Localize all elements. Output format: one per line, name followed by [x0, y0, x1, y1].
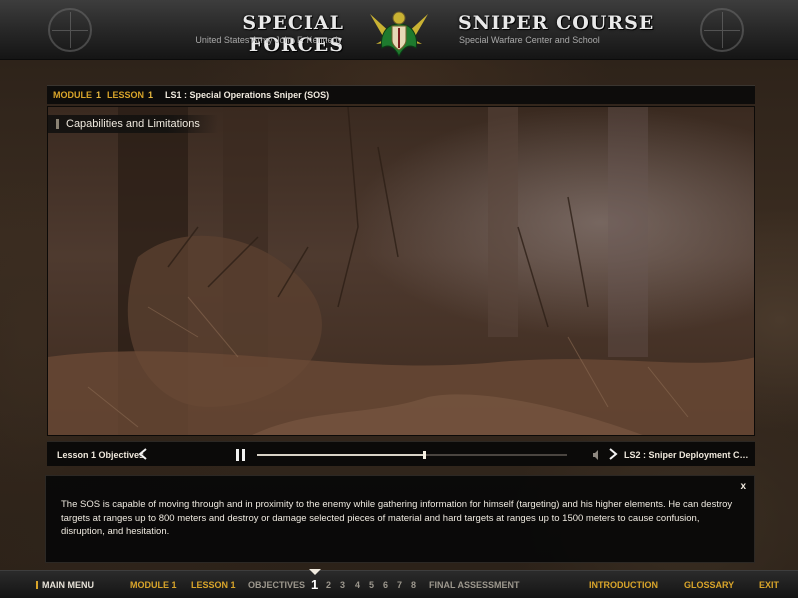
header-title-right: SNIPER COURSE	[458, 12, 655, 34]
nav-objectives-link[interactable]: OBJECTIVES	[248, 580, 305, 590]
progress-thumb[interactable]	[423, 451, 427, 459]
introduction-link[interactable]: INTRODUCTION	[589, 580, 658, 590]
bottom-navigation: MAIN MENU MODULE 1 LESSON 1 OBJECTIVES 1…	[0, 569, 798, 598]
volume-icon[interactable]	[592, 449, 602, 461]
lesson-title: LS1 : Special Operations Sniper (SOS)	[165, 90, 330, 100]
breadcrumb-lesson-label: LESSON	[107, 90, 145, 100]
main-menu-button[interactable]: MAIN MENU	[36, 580, 94, 590]
breadcrumb-lesson-number: 1	[148, 90, 154, 100]
breadcrumb: MODULE 1 LESSON 1 LS1 : Special Operatio…	[47, 85, 755, 104]
current-page-marker-icon	[309, 569, 321, 575]
pause-icon[interactable]	[236, 449, 246, 461]
nav-module-link[interactable]: MODULE 1	[130, 580, 177, 590]
video-frame-image	[48, 107, 754, 435]
chevron-right-icon[interactable]	[608, 448, 618, 460]
page-number-2[interactable]: 2	[326, 580, 331, 590]
app-header: SPECIAL FORCES United States Army John F…	[0, 0, 798, 60]
header-title-left: SPECIAL FORCES	[242, 12, 344, 56]
glossary-link[interactable]: GLOSSARY	[684, 580, 734, 590]
page-number-6[interactable]: 6	[383, 580, 388, 590]
scope-crosshair-icon	[700, 8, 744, 52]
section-title-tab: Capabilities and Limitations	[48, 115, 218, 133]
narration-text: The SOS is capable of moving through and…	[61, 499, 733, 537]
progress-fill	[257, 454, 425, 456]
close-narration-button[interactable]: x	[740, 480, 746, 494]
final-assessment-link[interactable]: FINAL ASSESSMENT	[429, 580, 520, 590]
next-lesson-link[interactable]: LS2 : Sniper Deployment Consi...	[624, 450, 749, 460]
exit-button[interactable]: EXIT	[759, 580, 779, 590]
page-number-4[interactable]: 4	[355, 580, 360, 590]
media-controls: Lesson 1 Objectives LS2 : Sniper Deploym…	[47, 441, 755, 466]
page-number-3[interactable]: 3	[340, 580, 345, 590]
page-number-8[interactable]: 8	[411, 580, 416, 590]
header-subtitle-right: Special Warfare Center and School	[459, 35, 600, 45]
header-subtitle-left: United States Army John F. Kennedy	[195, 35, 342, 45]
narration-panel: x The SOS is capable of moving through a…	[45, 475, 755, 563]
page-number-5[interactable]: 5	[369, 580, 374, 590]
breadcrumb-module-number: 1	[96, 90, 102, 100]
video-player[interactable]: Capabilities and Limitations	[47, 106, 755, 436]
special-forces-crest-icon	[370, 11, 428, 58]
nav-lesson-link[interactable]: LESSON 1	[191, 580, 236, 590]
scope-crosshair-icon	[48, 8, 92, 52]
page-number-7[interactable]: 7	[397, 580, 402, 590]
breadcrumb-module-label: MODULE	[53, 90, 92, 100]
chevron-left-icon[interactable]	[138, 448, 148, 460]
page-number-1[interactable]: 1	[311, 577, 318, 592]
progress-slider[interactable]	[257, 451, 567, 459]
previous-lesson-link[interactable]: Lesson 1 Objectives	[57, 450, 144, 460]
